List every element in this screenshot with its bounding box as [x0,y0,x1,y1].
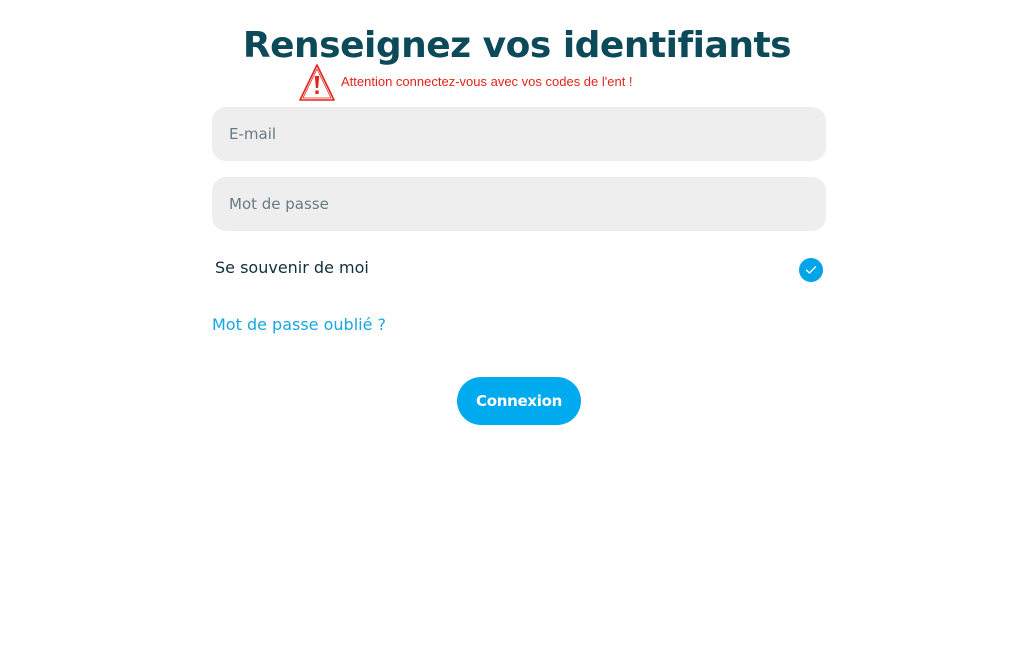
checkmark-icon [805,266,817,274]
remember-me-checkbox[interactable] [799,258,823,282]
email-field[interactable] [212,107,826,161]
login-button[interactable]: Connexion [457,377,581,425]
warning-message: Attention connectez-vous avec vos codes … [341,73,633,89]
password-field[interactable] [212,177,826,231]
forgot-password-link[interactable]: Mot de passe oublié ? [212,315,386,334]
remember-me-label: Se souvenir de moi [215,258,369,277]
ent-warning: Attention connectez-vous avec vos codes … [298,62,633,104]
warning-triangle-icon [299,64,335,101]
